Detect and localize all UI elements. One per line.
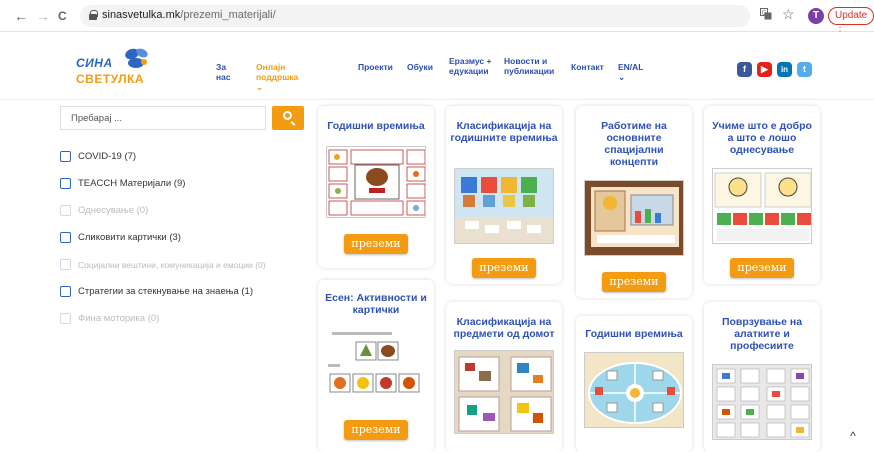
nav-projects[interactable]: Проекти	[358, 62, 393, 72]
back-button[interactable]: ←	[14, 8, 28, 24]
logo-line-1: СИНА	[76, 56, 113, 70]
lock-icon	[89, 10, 98, 20]
filter-count: (7)	[124, 151, 137, 162]
nav-erasmus[interactable]: Еразмус + едукации	[449, 56, 497, 76]
material-card: Есен: Активности и картички преземи	[318, 280, 434, 452]
bookmark-star-icon[interactable]: ☆	[782, 6, 795, 23]
filter-label: Сликовити картички (3)	[78, 231, 181, 245]
filter-name: COVID-19	[78, 151, 122, 162]
checkbox	[60, 205, 71, 216]
card-image[interactable]	[326, 330, 426, 406]
youtube-icon[interactable]: ▶	[757, 62, 772, 77]
search-icon	[283, 111, 292, 120]
filter-label: COVID-19 (7)	[78, 150, 136, 164]
checkbox[interactable]	[60, 178, 71, 189]
filter-name: Однесување	[78, 205, 134, 216]
search-input[interactable]: Пребарај ...	[60, 106, 266, 130]
forward-button[interactable]: →	[36, 8, 50, 24]
filter-label: Социјални вештини, комуникација и емоции…	[78, 258, 266, 272]
nav-trainings[interactable]: Обуки	[407, 62, 433, 72]
card-image[interactable]	[712, 168, 812, 244]
checkbox	[60, 313, 71, 324]
url-text: sinasvetulka.mk/prezemi_materijali/	[102, 9, 276, 21]
nav-contact[interactable]: Контакт	[571, 62, 604, 72]
browser-toolbar: ← → C sinasvetulka.mk/prezemi_materijali…	[0, 0, 874, 37]
nav-online-support[interactable]: Онлајн поддршка ⌄	[256, 62, 298, 92]
card-title[interactable]: Годишни времиња	[322, 120, 430, 132]
filter-label: Фина моторика (0)	[78, 312, 159, 326]
download-button[interactable]: преземи	[602, 272, 666, 292]
material-card: Годишни времиња	[576, 316, 692, 452]
filter-count: (9)	[173, 178, 186, 189]
reload-button[interactable]: C	[58, 8, 67, 24]
translate-icon[interactable]: G	[760, 8, 772, 23]
chevron-down-icon: ⌄	[618, 72, 626, 82]
update-button[interactable]: Update ⋮	[828, 7, 874, 37]
facebook-icon[interactable]: f	[737, 62, 752, 77]
site-header: СИНА СВЕТУЛКА За нас Онлајн поддршка ⌄ П…	[0, 32, 874, 100]
card-image[interactable]	[584, 352, 684, 428]
download-button[interactable]: преземи	[344, 234, 408, 254]
card-image[interactable]	[326, 146, 426, 218]
nav-news[interactable]: Новости и публикации	[504, 56, 560, 76]
site-logo[interactable]: СИНА СВЕТУЛКА	[70, 46, 150, 92]
download-button[interactable]: преземи	[344, 420, 408, 440]
checkbox[interactable]	[60, 286, 71, 297]
filter-count: (0)	[255, 260, 266, 270]
material-card: Годишни времиња преземи	[318, 106, 434, 268]
filter-label: Стратегии за стекнување на знаења (1)	[78, 285, 253, 299]
material-card: Класификација на предмети од домот	[446, 302, 562, 452]
card-title[interactable]: Годишни времиња	[580, 328, 688, 340]
download-button[interactable]: преземи	[472, 258, 536, 278]
checkbox[interactable]	[60, 151, 71, 162]
nav-about[interactable]: За нас	[216, 62, 231, 82]
card-title[interactable]: Класификација на годишните времиња	[450, 120, 558, 144]
profile-avatar[interactable]: T	[808, 8, 824, 24]
card-image[interactable]	[454, 168, 554, 244]
url-path: /prezemi_materijali/	[180, 9, 276, 21]
filter-count: (0)	[136, 205, 149, 216]
filter-name: TEACCH Материјали	[78, 178, 172, 189]
svg-text:G: G	[762, 11, 767, 17]
card-title[interactable]: Поврзување на алатките и професиите	[708, 316, 816, 352]
chevron-down-icon: ⌄	[256, 82, 264, 92]
logo-line-2: СВЕТУЛКА	[76, 72, 145, 86]
nav-language[interactable]: EN/AL ⌄	[618, 62, 643, 82]
filter-name: Социјални вештини, комуникација и емоции	[78, 260, 253, 270]
filter-label: Однесување (0)	[78, 204, 148, 218]
address-bar[interactable]: sinasvetulka.mk/prezemi_materijali/	[80, 5, 750, 27]
url-host: sinasvetulka.mk	[102, 9, 181, 21]
scroll-to-top-button[interactable]: ^	[845, 428, 861, 444]
material-card: Работиме на основните спацијални концепт…	[576, 106, 692, 298]
card-image[interactable]	[712, 364, 812, 440]
update-label: Update	[835, 10, 868, 21]
filter-count: (0)	[147, 313, 160, 324]
filter-label: TEACCH Материјали (9)	[78, 177, 185, 191]
firefly-icon	[125, 48, 148, 68]
filter-name: Стратегии за стекнување на знаења	[78, 286, 239, 297]
card-image[interactable]	[454, 350, 554, 434]
download-button[interactable]: преземи	[730, 258, 794, 278]
card-image[interactable]	[584, 180, 684, 256]
material-card: Класификација на годишните времиња презе…	[446, 106, 562, 284]
material-card: Учиме што е добро а што е лошо однесувањ…	[704, 106, 820, 284]
linkedin-icon[interactable]: in	[777, 62, 792, 77]
filter-count: (3)	[169, 232, 181, 243]
card-title[interactable]: Класификација на предмети од домот	[450, 316, 558, 340]
card-title[interactable]: Учиме што е добро а што е лошо однесувањ…	[708, 120, 816, 156]
nav-language-label: EN/AL	[618, 62, 644, 72]
filter-name: Сликовити картички	[78, 232, 167, 243]
checkbox[interactable]	[60, 232, 71, 243]
filter-name: Фина моторика	[78, 313, 146, 324]
twitter-icon[interactable]: t	[797, 62, 812, 77]
card-title[interactable]: Работиме на основните спацијални концепт…	[580, 120, 688, 168]
checkbox	[60, 259, 71, 270]
search-button[interactable]	[272, 106, 304, 130]
nav-online-support-label: Онлајн поддршка	[256, 62, 299, 82]
filter-count: (1)	[241, 286, 253, 297]
card-title[interactable]: Есен: Активности и картички	[322, 292, 430, 316]
material-card: Поврзување на алатките и професиите	[704, 302, 820, 452]
